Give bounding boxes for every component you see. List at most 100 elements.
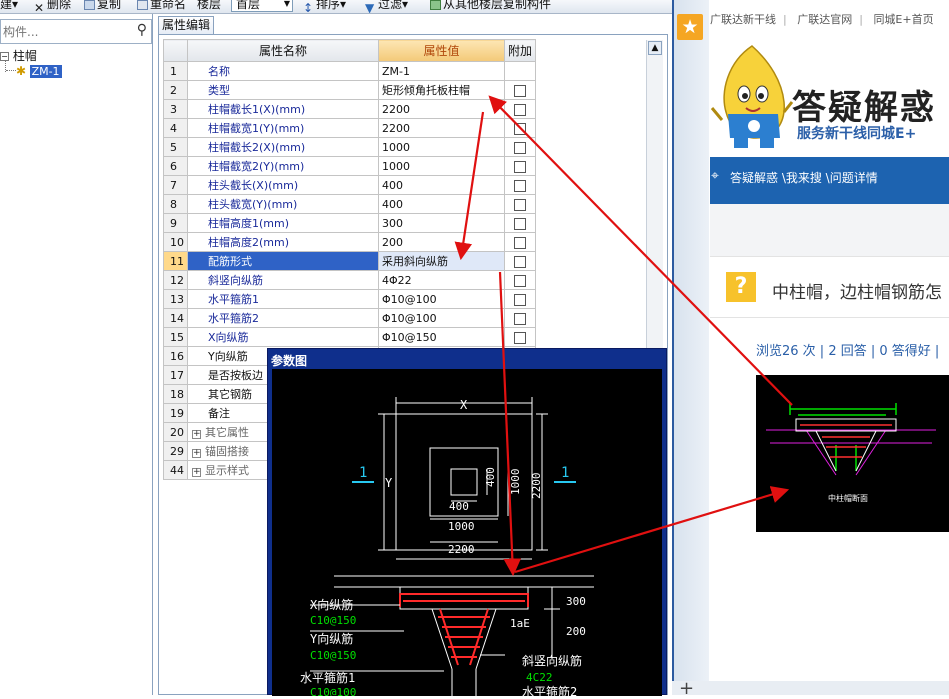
property-value[interactable]: 400 [378, 175, 505, 195]
property-name: 柱帽截宽1(Y)(mm) [187, 118, 379, 138]
delete-icon: ✕ [34, 0, 45, 14]
add-icon[interactable]: + [679, 678, 694, 699]
question-image[interactable]: 中柱帽断面 [756, 375, 949, 532]
property-value[interactable]: 采用斜向纵筋 [378, 251, 505, 271]
row-number: 2 [163, 80, 188, 100]
table-row[interactable]: 7 柱头截长(X)(mm) 400 [163, 175, 537, 195]
property-value[interactable]: 400 [378, 194, 505, 214]
extra-checkbox[interactable] [514, 103, 526, 116]
section-mark-right: 1 [561, 465, 569, 481]
delete-button[interactable]: ✕ 删除 [34, 0, 71, 14]
property-name: 名称 [187, 61, 379, 81]
tree-expand-icon[interactable]: − [0, 52, 9, 61]
extra-cell [503, 327, 537, 347]
row-number: 14 [163, 308, 188, 328]
extra-checkbox[interactable] [514, 255, 526, 268]
table-row[interactable]: 12 斜竖向纵筋 4Φ22 [163, 270, 537, 290]
property-value[interactable]: Φ10@100 [378, 308, 505, 328]
row-number: 12 [163, 270, 188, 290]
nav-link-official[interactable]: 广联达官网 [797, 13, 852, 26]
site-logo-subtitle: 服务新干线同城E+ [797, 126, 917, 142]
table-row[interactable]: 3 柱帽截长1(X)(mm) 2200 [163, 99, 537, 119]
extra-checkbox[interactable] [514, 122, 526, 135]
table-row[interactable]: 6 柱帽截宽2(Y)(mm) 1000 [163, 156, 537, 176]
property-value[interactable]: Φ10@100 [378, 289, 505, 309]
dim-label-1000a: 1000 [448, 520, 475, 533]
grid-scrollbar[interactable]: ▲ [646, 40, 663, 350]
copy-from-floor-button[interactable]: 从其他楼层复制构件 [430, 0, 551, 12]
table-row[interactable]: 9 柱帽高度1(mm) 300 [163, 213, 537, 233]
dim-label-200: 200 [566, 625, 586, 638]
property-value[interactable]: 4Φ22 [378, 270, 505, 290]
rename-button[interactable]: 重命名 [137, 0, 186, 12]
property-name: 类型 [187, 80, 379, 100]
new-menu[interactable]: 建▾ [0, 0, 18, 12]
filter-button[interactable]: ▼ 过滤▾ [365, 0, 408, 13]
nav-link-xgx[interactable]: 广联达新干线 [710, 13, 776, 26]
table-row[interactable]: 15 X向纵筋 Φ10@150 [163, 327, 537, 347]
property-value[interactable]: ZM-1 [378, 61, 505, 81]
expand-icon[interactable]: + [192, 430, 201, 439]
table-row[interactable]: 5 柱帽截长2(X)(mm) 1000 [163, 137, 537, 157]
copy-button[interactable]: 复制 [84, 0, 121, 12]
star-icon[interactable]: ★ [677, 14, 703, 40]
rename-label: 重命名 [150, 0, 187, 11]
table-row[interactable]: 14 水平箍筋2 Φ10@100 [163, 308, 537, 328]
scroll-up-icon[interactable]: ▲ [648, 41, 662, 55]
extra-checkbox[interactable] [514, 217, 526, 230]
gear-icon: ✱ [16, 64, 27, 78]
property-value[interactable]: 200 [378, 232, 505, 252]
tree-node-zm1[interactable]: ✱ ZM-1 [16, 64, 62, 78]
table-row[interactable]: 11 配筋形式 采用斜向纵筋 [163, 251, 537, 271]
dim-label-x: X [460, 398, 468, 412]
property-value[interactable]: 2200 [378, 118, 505, 138]
breadcrumb[interactable]: 答疑解惑 \我来搜 \问题详情 [730, 169, 878, 186]
table-row[interactable]: 8 柱头截宽(Y)(mm) 400 [163, 194, 537, 214]
table-header: 属性名称 属性值 附加 [163, 39, 537, 62]
nav-link-city[interactable]: 同城E+首页 [873, 13, 933, 26]
search-icon[interactable]: ⚲ [137, 22, 147, 38]
property-value[interactable]: Φ10@150 [378, 327, 505, 347]
expand-icon[interactable]: + [192, 449, 201, 458]
extra-checkbox[interactable] [514, 312, 526, 325]
extra-checkbox[interactable] [514, 274, 526, 287]
property-value[interactable]: 矩形倾角托板柱帽 [378, 80, 505, 100]
component-search-box: ⚲ [0, 19, 152, 44]
property-name: 配筋形式 [187, 251, 379, 271]
table-row[interactable]: 10 柱帽高度2(mm) 200 [163, 232, 537, 252]
tab-property-editor[interactable]: 属性编辑 [158, 16, 214, 34]
property-name: 水平箍筋2 [187, 308, 379, 328]
property-value[interactable]: 300 [378, 213, 505, 233]
property-value[interactable]: 1000 [378, 156, 505, 176]
tree-node-column-cap[interactable]: − 柱帽 [0, 47, 37, 64]
property-name: 斜竖向纵筋 [187, 270, 379, 290]
extra-checkbox[interactable] [514, 141, 526, 154]
extra-checkbox[interactable] [514, 84, 526, 97]
expand-icon[interactable]: + [192, 468, 201, 477]
component-search-input[interactable] [3, 23, 129, 40]
table-row[interactable]: 2 类型 矩形倾角托板柱帽 [163, 80, 537, 100]
extra-cell [503, 270, 537, 290]
table-row[interactable]: 13 水平箍筋1 Φ10@100 [163, 289, 537, 309]
dim-label-1000b: 1000 [509, 469, 522, 496]
extra-cell [503, 232, 537, 252]
cad-drawing: X Y 400 400 1000 1000 2200 2200 300 200 … [300, 397, 594, 696]
extra-checkbox[interactable] [514, 198, 526, 211]
extra-checkbox[interactable] [514, 331, 526, 344]
table-row[interactable]: 1 名称 ZM-1 [163, 61, 537, 81]
site-nav: 广联达新干线 | 广联达官网 | 同城E+首页 [710, 13, 934, 26]
question-stats[interactable]: 浏览26 次 | 2 回答 | 0 答得好 | [756, 340, 939, 359]
extra-checkbox[interactable] [514, 160, 526, 173]
extra-checkbox[interactable] [514, 179, 526, 192]
property-value[interactable]: 2200 [378, 99, 505, 119]
extra-checkbox[interactable] [514, 236, 526, 249]
sort-button[interactable]: ↕ 排序▾ [303, 0, 346, 13]
header-extra: 附加 [503, 39, 537, 62]
dim-label-400b: 400 [484, 467, 497, 487]
extra-checkbox[interactable] [514, 293, 526, 306]
dim-label-300: 300 [566, 595, 586, 608]
table-row[interactable]: 4 柱帽截宽1(Y)(mm) 2200 [163, 118, 537, 138]
property-value[interactable]: 1000 [378, 137, 505, 157]
slant-value: 4C22 [526, 671, 553, 684]
floor-select[interactable]: 首层 ▼ [231, 0, 293, 12]
